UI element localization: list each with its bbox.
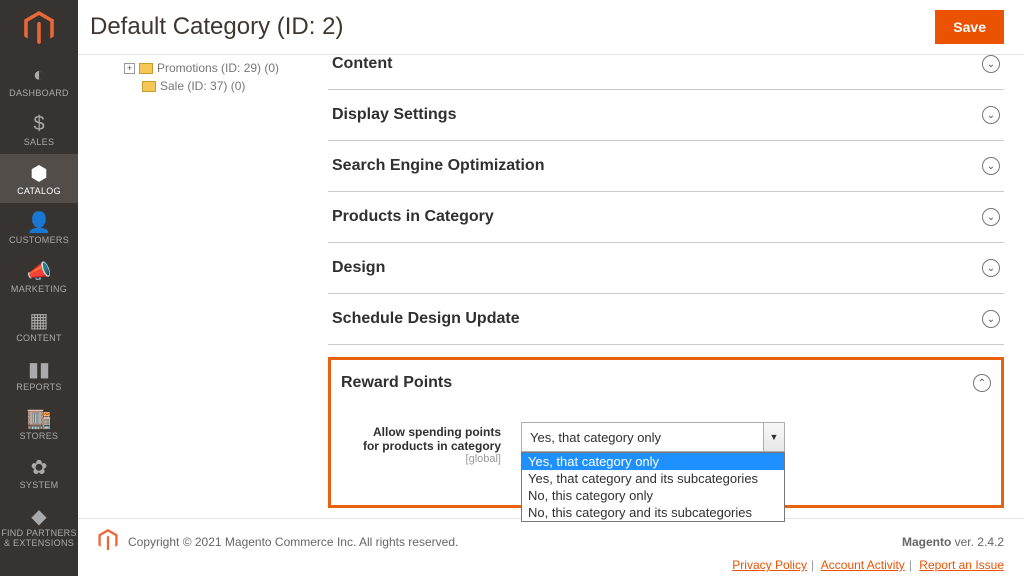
nav-dashboard[interactable]: ◐DASHBOARD xyxy=(0,56,78,105)
link-report-issue[interactable]: Report an Issue xyxy=(919,558,1004,572)
folder-icon xyxy=(139,63,153,74)
panel-products-in-category[interactable]: Products in Category ⌄ xyxy=(328,192,1004,243)
expand-icon[interactable]: + xyxy=(124,63,135,74)
link-privacy-policy[interactable]: Privacy Policy xyxy=(732,558,807,572)
nav-system[interactable]: ✿SYSTEM xyxy=(0,448,78,497)
person-icon: 👤 xyxy=(0,211,78,233)
allow-spending-select[interactable]: Yes, that category only ▼ Yes, that cate… xyxy=(521,422,785,465)
save-button[interactable]: Save xyxy=(935,10,1004,44)
chevron-down-icon: ⌄ xyxy=(982,55,1000,73)
gauge-icon: ◐ xyxy=(0,64,78,86)
page-footer: Copyright © 2021 Magento Commerce Inc. A… xyxy=(78,518,1024,576)
panels-column: Content ⌄ Display Settings ⌄ Search Engi… xyxy=(328,55,1024,576)
category-tree: + Promotions (ID: 29) (0) Sale (ID: 37) … xyxy=(78,55,328,576)
panel-display-settings[interactable]: Display Settings ⌄ xyxy=(328,90,1004,141)
select-display[interactable]: Yes, that category only xyxy=(521,422,785,452)
panel-content[interactable]: Content ⌄ xyxy=(328,55,1004,90)
panel-design[interactable]: Design ⌄ xyxy=(328,243,1004,294)
tree-node-sale[interactable]: Sale (ID: 37) (0) xyxy=(142,77,328,95)
tree-node-label: Sale (ID: 37) (0) xyxy=(160,79,245,93)
dollar-icon: $ xyxy=(0,113,78,135)
panel-reward-points: Reward Points ⌃ Allow spending points fo… xyxy=(328,357,1004,508)
panel-seo[interactable]: Search Engine Optimization ⌄ xyxy=(328,141,1004,192)
nav-content[interactable]: ▦CONTENT xyxy=(0,301,78,350)
chevron-down-icon: ⌄ xyxy=(982,208,1000,226)
page-title: Default Category (ID: 2) xyxy=(90,13,343,41)
megaphone-icon: 📣 xyxy=(0,260,78,282)
panel-reward-header[interactable]: Reward Points ⌃ xyxy=(331,360,1001,412)
store-icon: 🏬 xyxy=(0,407,78,429)
diamond-icon: ◆ xyxy=(0,505,78,527)
chevron-down-icon: ⌄ xyxy=(982,259,1000,277)
nav-reports[interactable]: ▮▮REPORTS xyxy=(0,350,78,399)
nav-customers[interactable]: 👤CUSTOMERS xyxy=(0,203,78,252)
page-header: Default Category (ID: 2) Save xyxy=(78,0,1024,55)
select-option[interactable]: No, this category and its subcategories xyxy=(522,504,784,521)
link-account-activity[interactable]: Account Activity xyxy=(821,558,905,572)
chevron-up-icon: ⌃ xyxy=(973,374,991,392)
scope-hint: [global] xyxy=(361,453,501,465)
nav-marketing[interactable]: 📣MARKETING xyxy=(0,252,78,301)
select-option[interactable]: Yes, that category only xyxy=(522,453,784,470)
folder-icon xyxy=(142,81,156,92)
main-area: Default Category (ID: 2) Save + Promotio… xyxy=(78,0,1024,576)
magento-logo-small xyxy=(98,529,118,554)
select-arrow-icon[interactable]: ▼ xyxy=(763,422,785,452)
nav-catalog[interactable]: ⬢CATALOG xyxy=(0,154,78,203)
chevron-down-icon: ⌄ xyxy=(982,310,1000,328)
chevron-down-icon: ⌄ xyxy=(982,106,1000,124)
field-label-allow-spending: Allow spending points for products in ca… xyxy=(361,422,501,465)
panel-schedule-design-update[interactable]: Schedule Design Update ⌄ xyxy=(328,294,1004,345)
admin-sidebar: ◐DASHBOARD $SALES ⬢CATALOG 👤CUSTOMERS 📣M… xyxy=(0,0,78,576)
box-icon: ⬢ xyxy=(0,162,78,184)
layout-icon: ▦ xyxy=(0,309,78,331)
chevron-down-icon: ⌄ xyxy=(982,157,1000,175)
nav-partners[interactable]: ◆FIND PARTNERS & EXTENSIONS xyxy=(0,497,78,556)
select-dropdown: Yes, that category only Yes, that catego… xyxy=(521,452,785,522)
select-option[interactable]: No, this category only xyxy=(522,487,784,504)
bars-icon: ▮▮ xyxy=(0,358,78,380)
select-option[interactable]: Yes, that category and its subcategories xyxy=(522,470,784,487)
nav-sales[interactable]: $SALES xyxy=(0,105,78,154)
copyright-text: Copyright © 2021 Magento Commerce Inc. A… xyxy=(128,535,458,549)
tree-node-label: Promotions (ID: 29) (0) xyxy=(157,61,279,75)
tree-node-promotions[interactable]: + Promotions (ID: 29) (0) xyxy=(124,59,328,77)
magento-logo[interactable] xyxy=(0,0,78,56)
gear-icon: ✿ xyxy=(0,456,78,478)
nav-stores[interactable]: 🏬STORES xyxy=(0,399,78,448)
version-text: Magento ver. 2.4.2 xyxy=(902,535,1004,549)
